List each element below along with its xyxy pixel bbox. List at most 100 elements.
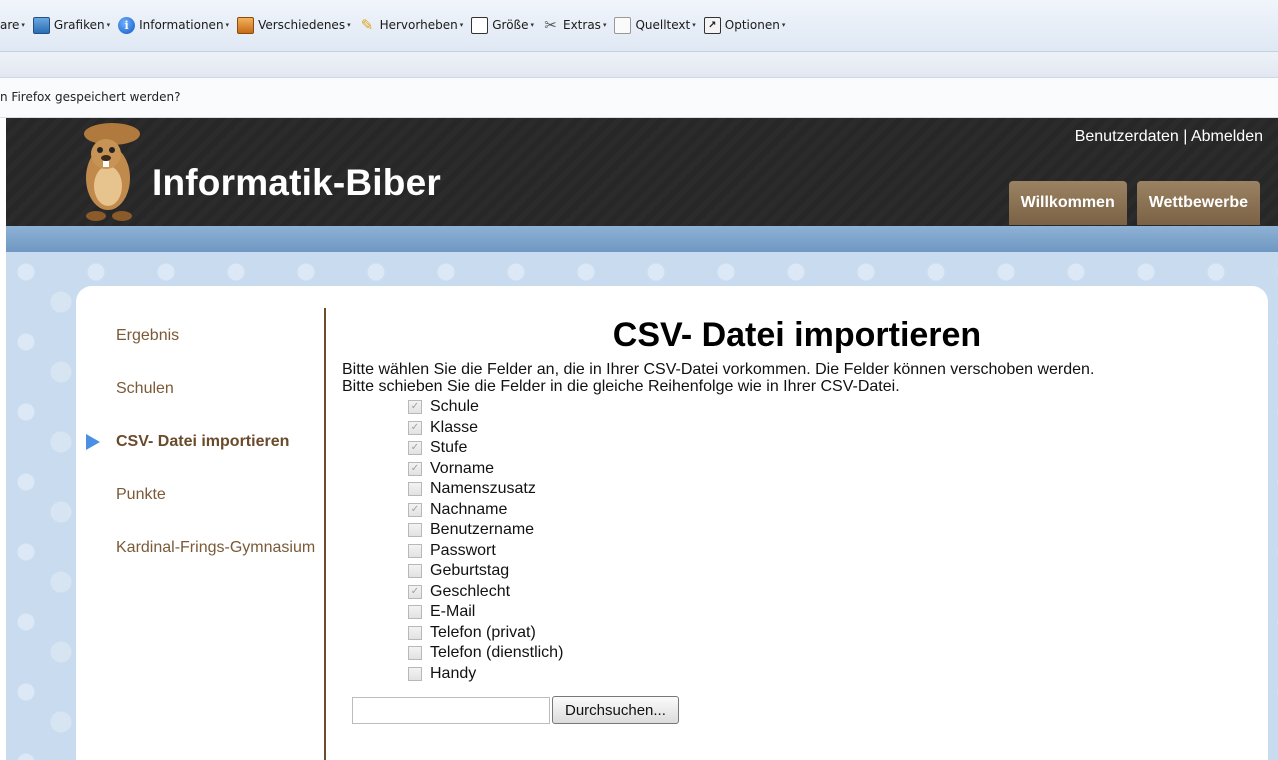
field-label: Telefon (privat) <box>430 623 536 641</box>
resize-icon <box>471 16 489 34</box>
options-icon: ↗ <box>703 16 721 34</box>
toolbar-menu-8[interactable]: ↗ Optionen ▾ <box>703 16 786 34</box>
web-developer-toolbar: are ▾ Grafiken ▾ i Informationen ▾ Verschiedene… <box>0 0 1278 52</box>
browse-button[interactable]: Durchsuchen... <box>552 696 679 724</box>
sidebar-item-ergebnis[interactable]: Ergebnis <box>116 326 316 346</box>
toolbar-menu-3[interactable]: Verschiedenes ▾ <box>237 16 351 34</box>
field-label: Benutzername <box>430 521 535 539</box>
web-page: Informatik-Biber Benutzerdaten | Abmelde… <box>6 118 1278 760</box>
active-arrow-icon <box>86 434 100 450</box>
dropdown-caret-icon: ▾ <box>225 21 230 29</box>
page-title: CSV- Datei importieren <box>612 316 982 354</box>
password-notification-bar: n Firefox gespeichert werden? <box>0 78 1278 118</box>
toolbar-menu-label: Optionen <box>724 18 780 32</box>
file-path-input[interactable] <box>352 696 550 724</box>
sidebar-item-csv-import[interactable]: CSV- Datei importieren <box>86 432 316 452</box>
field-label: Nachname <box>430 500 508 518</box>
toolbar-menu-label: Informationen <box>139 18 224 32</box>
field-label: Handy <box>430 664 477 682</box>
info-icon: i <box>118 16 136 34</box>
toolbar-menu-1[interactable]: Grafiken ▾ <box>32 16 111 34</box>
dropdown-caret-icon: ▾ <box>106 21 111 29</box>
site-header: Informatik-Biber Benutzerdaten | Abmelde… <box>6 118 1278 226</box>
field-checkbox[interactable] <box>408 605 422 620</box>
dropdown-caret-icon: ▾ <box>602 21 607 29</box>
field-item[interactable]: Geburtstag <box>408 561 1252 582</box>
field-checkbox[interactable] <box>408 543 422 558</box>
content-card: Ergebnis Schulen CSV- Datei importieren … <box>76 286 1268 760</box>
site-title[interactable]: Informatik-Biber <box>152 162 441 204</box>
notification-text: n Firefox gespeichert werden? <box>0 90 181 104</box>
main-tabs: Willkommen Wettbewerbe <box>999 181 1260 225</box>
toolbar-menu-label: are <box>0 18 20 32</box>
sidebar-item-label: CSV- Datei importieren <box>116 433 290 450</box>
dropdown-caret-icon: ▾ <box>459 21 464 29</box>
field-checkbox[interactable] <box>408 420 422 435</box>
toolbar-menu-4[interactable]: ✎ Hervorheben ▾ <box>359 16 464 34</box>
toolbar-menu-2[interactable]: i Informationen ▾ <box>118 16 230 34</box>
sidebar-item-punkte[interactable]: Punkte <box>116 485 316 505</box>
field-checkbox[interactable] <box>408 625 422 640</box>
header-band <box>6 226 1278 252</box>
beaver-logo[interactable] <box>72 120 142 224</box>
intro-line-1: Bitte wählen Sie die Felder an, die in I… <box>342 361 1095 378</box>
field-label: Vorname <box>430 459 495 477</box>
toolbar-row: are ▾ Grafiken ▾ i Informationen ▾ Verschiedene… <box>0 14 793 36</box>
field-item[interactable]: E-Mail <box>408 602 1252 623</box>
field-item[interactable]: Telefon (dienstlich) <box>408 643 1252 664</box>
field-item[interactable]: Passwort <box>408 541 1252 562</box>
toolbar-menu-0[interactable]: are ▾ <box>0 18 25 32</box>
sidebar-nav: Ergebnis Schulen CSV- Datei importieren … <box>86 326 316 591</box>
dropdown-caret-icon: ▾ <box>781 21 786 29</box>
field-checkbox[interactable] <box>408 646 422 661</box>
intro-line-2: Bitte schieben Sie die Felder in die gle… <box>342 378 900 395</box>
logout-link[interactable]: Abmelden <box>1191 128 1263 145</box>
field-item[interactable]: Schule <box>408 397 1252 418</box>
account-link[interactable]: Benutzerdaten <box>1075 128 1179 145</box>
field-checkbox[interactable] <box>408 502 422 517</box>
field-checkbox[interactable] <box>408 523 422 538</box>
dropdown-caret-icon: ▾ <box>530 21 534 29</box>
tab-willkommen[interactable]: Willkommen <box>1008 181 1127 225</box>
field-checkbox[interactable] <box>408 400 422 415</box>
toolbar-menu-7[interactable]: Quelltext ▾ <box>614 16 696 34</box>
field-label: Telefon (dienstlich) <box>430 644 564 662</box>
file-upload: Durchsuchen... <box>352 696 679 724</box>
main-content: CSV- Datei importieren Bitte wählen Sie … <box>342 316 1252 684</box>
field-label: Stufe <box>430 439 468 457</box>
dropdown-caret-icon: ▾ <box>692 21 696 29</box>
field-checkbox[interactable] <box>408 564 422 579</box>
toolbar-menu-label: Hervorheben <box>379 18 458 32</box>
tab-wettbewerbe[interactable]: Wettbewerbe <box>1136 181 1260 225</box>
pencil-icon: ✎ <box>360 16 374 34</box>
dropdown-caret-icon: ▾ <box>21 21 25 29</box>
field-checkbox[interactable] <box>408 461 422 476</box>
field-checkbox[interactable] <box>408 441 422 456</box>
toolbar-menu-label: Extras <box>563 18 601 32</box>
field-item[interactable]: Namenszusatz <box>408 479 1252 500</box>
field-item[interactable]: Vorname <box>408 459 1252 480</box>
field-item[interactable]: Benutzername <box>408 520 1252 541</box>
toolbar-menu-label: Größe <box>492 18 529 32</box>
field-item[interactable]: Stufe <box>408 438 1252 459</box>
sidebar-item-school[interactable]: Kardinal-Frings-Gymnasium <box>116 538 316 558</box>
field-checkbox[interactable] <box>408 482 422 497</box>
field-label: Klasse <box>430 418 479 436</box>
tab-strip <box>0 52 1278 78</box>
tools-icon: ✂ <box>544 16 557 34</box>
field-label: Geschlecht <box>430 582 511 600</box>
field-item[interactable]: Telefon (privat) <box>408 623 1252 644</box>
sidebar-item-schulen[interactable]: Schulen <box>116 379 316 399</box>
field-checkbox[interactable] <box>408 584 422 599</box>
field-checkbox[interactable] <box>408 666 422 681</box>
toolbar-menu-5[interactable]: Größe ▾ <box>471 16 534 34</box>
field-item[interactable]: Klasse <box>408 418 1252 439</box>
field-label: Namenszusatz <box>430 480 536 498</box>
toolbar-menu-6[interactable]: ✂ Extras ▾ <box>542 16 607 34</box>
misc-icon <box>237 16 255 34</box>
field-item[interactable]: Handy <box>408 664 1252 685</box>
field-item[interactable]: Geschlecht <box>408 582 1252 603</box>
field-label: Geburtstag <box>430 562 510 580</box>
toolbar-menu-label: Grafiken <box>53 18 105 32</box>
field-item[interactable]: Nachname <box>408 500 1252 521</box>
